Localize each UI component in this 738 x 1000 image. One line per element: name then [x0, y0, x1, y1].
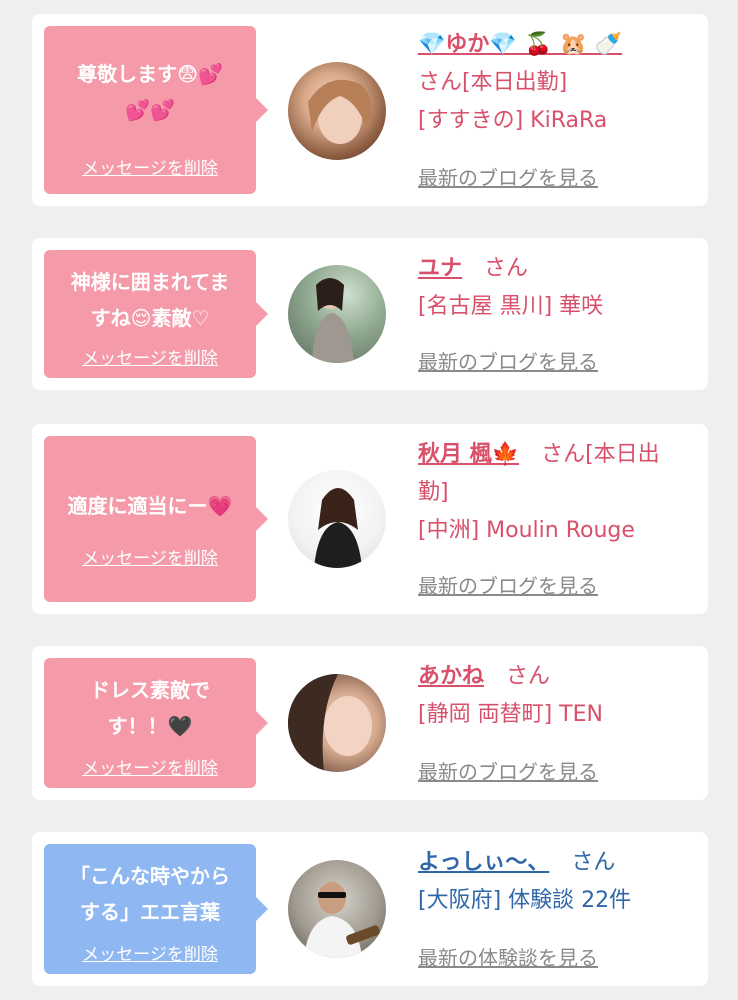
- shop-name: [中洲] Moulin Rouge: [418, 518, 635, 543]
- girl-info: 秋月 楓🍁 さん[本日出 勤] [中洲] Moulin Rouge: [418, 436, 702, 550]
- message-line: 💕💕: [125, 98, 175, 122]
- girl-name-link[interactable]: あかね: [418, 664, 484, 689]
- message-bubble: 尊敬します😨💕 💕💕 メッセージを削除: [44, 26, 268, 194]
- message-bubble: 神様に囲まれてま すね😌素敵♡ メッセージを削除: [44, 250, 268, 378]
- girl-info: あかね さん [静岡 両替町] TEN: [418, 658, 702, 734]
- latest-blog-link[interactable]: 最新のブログを見る: [418, 756, 598, 785]
- message-line: 神様に囲まれてま: [70, 270, 230, 294]
- message-card: 尊敬します😨💕 💕💕 メッセージを削除 💎ゆか💎 🍒 🐹 🍼 さん[本日出勤] …: [32, 14, 708, 206]
- honorific: さん: [506, 664, 551, 689]
- shop-name: [名古屋 黒川] 華咲: [418, 294, 604, 319]
- girl-name-link[interactable]: 秋月 楓🍁: [418, 442, 519, 467]
- latest-review-link[interactable]: 最新の体験談を見る: [418, 942, 598, 971]
- latest-blog-link[interactable]: 最新のブログを見る: [418, 346, 598, 375]
- girl-info: 💎ゆか💎 🍒 🐹 🍼 さん[本日出勤] [すすきの] KiRaRa: [418, 26, 702, 140]
- message-text: ドレス素敵で す！！🖤: [50, 672, 250, 744]
- avatar-portrait-icon: [314, 488, 362, 568]
- girl-name-link[interactable]: 💎ゆか💎 🍒 🐹 🍼: [418, 32, 622, 57]
- avatar[interactable]: [288, 470, 386, 568]
- message-card: 「こんな時やから する」エエ言葉 メッセージを削除 よっしぃ〜、 さん [大阪府]…: [32, 832, 708, 986]
- shop-name: [静岡 両替町] TEN: [418, 702, 603, 727]
- message-bubble: 「こんな時やから する」エエ言葉 メッセージを削除: [44, 844, 268, 974]
- message-list: 尊敬します😨💕 💕💕 メッセージを削除 💎ゆか💎 🍒 🐹 🍼 さん[本日出勤] …: [0, 0, 738, 1000]
- avatar-portrait-icon: [312, 278, 354, 363]
- review-count: [大阪府] 体験談 22件: [418, 888, 632, 913]
- message-text: 尊敬します😨💕 💕💕: [50, 56, 250, 128]
- message-card: ドレス素敵で す！！🖤 メッセージを削除 あかね さん [静岡 両替町] TEN …: [32, 646, 708, 800]
- message-bubble: ドレス素敵で す！！🖤 メッセージを削除: [44, 658, 268, 788]
- message-line: すね😌素敵♡: [90, 306, 210, 330]
- message-line: ドレス素敵で: [90, 678, 210, 702]
- message-line: 「こんな時やから: [70, 864, 230, 888]
- honorific: さん: [571, 850, 616, 875]
- message-line: する」エエ言葉: [80, 900, 220, 924]
- reviewer-name-link[interactable]: よっしぃ〜、: [418, 850, 549, 875]
- avatar[interactable]: [288, 265, 386, 363]
- message-line: 適度に適当にー💗: [67, 494, 233, 518]
- message-text: 「こんな時やから する」エエ言葉: [50, 858, 250, 930]
- girl-status: さん[本日出: [541, 442, 660, 467]
- message-text: 適度に適当にー💗: [50, 488, 250, 524]
- girl-status: さん[本日出勤]: [418, 70, 568, 95]
- message-text: 神様に囲まれてま すね😌素敵♡: [50, 264, 250, 336]
- delete-message-link[interactable]: メッセージを削除: [44, 154, 256, 179]
- delete-message-link[interactable]: メッセージを削除: [44, 754, 256, 779]
- message-card: 適度に適当にー💗 メッセージを削除 秋月 楓🍁 さん[本日出 勤] [中洲] Mo…: [32, 424, 708, 614]
- avatar-portrait-icon: [308, 79, 372, 144]
- avatar[interactable]: [288, 62, 386, 160]
- latest-blog-link[interactable]: 最新のブログを見る: [418, 570, 598, 599]
- avatar[interactable]: [288, 860, 386, 958]
- reviewer-info: よっしぃ〜、 さん [大阪府] 体験談 22件: [418, 844, 702, 920]
- avatar[interactable]: [288, 674, 386, 772]
- message-line: 尊敬します😨💕: [77, 62, 223, 86]
- shop-name: [すすきの] KiRaRa: [418, 108, 608, 133]
- avatar-portrait-icon: [288, 674, 372, 772]
- message-line: す！！🖤: [107, 714, 193, 738]
- delete-message-link[interactable]: メッセージを削除: [44, 544, 256, 569]
- latest-blog-link[interactable]: 最新のブログを見る: [418, 162, 598, 191]
- delete-message-link[interactable]: メッセージを削除: [44, 344, 256, 369]
- girl-status-continued: 勤]: [418, 480, 449, 505]
- message-bubble: 適度に適当にー💗 メッセージを削除: [44, 436, 268, 602]
- delete-message-link[interactable]: メッセージを削除: [44, 940, 256, 965]
- honorific: さん: [484, 256, 529, 281]
- message-card: 神様に囲まれてま すね😌素敵♡ メッセージを削除 ユナ さん [名古屋 黒川] 華…: [32, 238, 708, 390]
- avatar-portrait-icon: [304, 882, 380, 958]
- girl-name-link[interactable]: ユナ: [418, 256, 462, 281]
- girl-info: ユナ さん [名古屋 黒川] 華咲: [418, 250, 702, 326]
